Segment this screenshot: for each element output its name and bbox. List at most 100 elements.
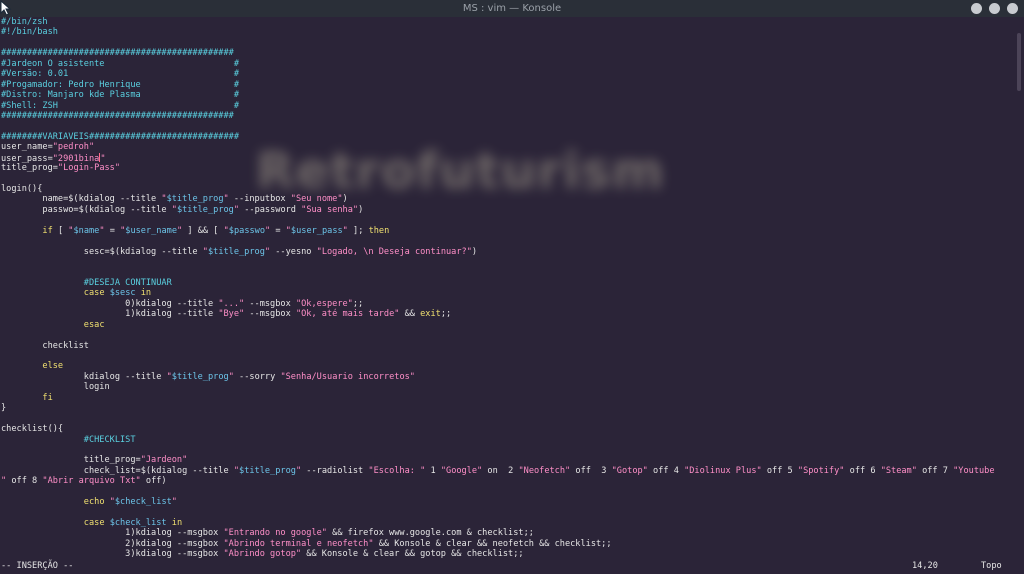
close-button[interactable] (1007, 3, 1018, 14)
code-line: ########VARIAVEIS#######################… (1, 132, 1011, 142)
code-token: passwo=$(kdialog --title (1, 204, 172, 215)
code-line: 0)kdialog --title "..." --msgbox "Ok,esp… (1, 299, 1011, 309)
code-line: #CHECKLIST (1, 435, 1011, 445)
code-token: ;; (352, 298, 364, 309)
code-token: "Senha/Usuario incorretos" (280, 371, 415, 382)
code-line: esac (1, 320, 1011, 330)
code-token: off 4 (647, 465, 685, 476)
code-token: } (1, 403, 7, 414)
code-token: ########################################… (1, 48, 234, 59)
code-token: #!/bin/bash (1, 27, 58, 38)
code-token: ;; (440, 309, 452, 320)
code-token: sesc=$(kdialog --title (1, 246, 203, 257)
code-line: ########################################… (1, 48, 1011, 58)
code-line: #/bin/zsh (1, 17, 1011, 27)
code-token: --sorry (233, 371, 281, 382)
code-token: fi (42, 392, 53, 403)
code-line: checklist (1, 341, 1011, 351)
konsole-window: MS : vim — Konsole #/bin/zsh #!/bin/bash … (0, 0, 1024, 574)
code-token: ########VARIAVEIS#######################… (1, 131, 239, 142)
code-line: kdialog --title "$title_prog" --sorry "S… (1, 372, 1011, 382)
code-line: title_prog="Jardeon" (1, 455, 1011, 465)
code-line: #Progamador: Pedro Henrique # (1, 80, 1011, 90)
code-token: $name (73, 225, 100, 236)
code-token: kdialog --title (1, 371, 167, 382)
code-token: $title_prog (166, 194, 224, 205)
code-line: #Jardeon O asistente # (1, 59, 1011, 69)
code-token: exit (420, 309, 441, 320)
mode-indicator: -- INSERÇÃO -- (1, 561, 74, 571)
code-token: $title_prog (207, 246, 265, 257)
code-token: "Gotop" (611, 465, 648, 476)
code-token: check_list=$(kdialog --title (1, 465, 234, 476)
code-token: off 5 (761, 465, 798, 476)
code-token: "Escolha: " (368, 465, 426, 476)
code-token: --msgbox (244, 309, 296, 320)
code-token: [ (52, 225, 69, 236)
code-line: " off 8 "Abrir arquivo Txt" off) (1, 476, 1011, 486)
code-token: "pedroh" (52, 142, 95, 153)
maximize-button[interactable] (989, 3, 1000, 14)
code-line: #!/bin/bash (1, 27, 1011, 37)
mouse-pointer-icon (0, 0, 12, 16)
code-token: on 2 (482, 465, 519, 476)
code-line: 3)kdialog --msgbox "Abrindo gotop" && Ko… (1, 549, 1011, 559)
code-token: && (399, 309, 421, 320)
code-token: $user_name (125, 225, 178, 236)
code-token: checklist(){ (1, 424, 64, 435)
code-token: 3)kdialog --msgbox (1, 549, 224, 560)
code-token: login(){ (1, 184, 43, 194)
title-bar[interactable]: MS : vim — Konsole (0, 0, 1024, 17)
window-controls (971, 3, 1018, 14)
code-token: title_prog= (1, 163, 58, 174)
code-token: off) (140, 476, 167, 487)
code-token: && Konsole & clear && neofetch && checkl… (373, 538, 612, 549)
code-token: "Login-Pass" (57, 163, 121, 174)
minimize-button[interactable] (971, 3, 982, 14)
code-token: "Diolinux Plus" (684, 465, 762, 476)
code-token: "Spotify" (797, 465, 845, 476)
code-token: --password (239, 204, 302, 215)
code-token: $user_pass (290, 225, 343, 236)
code-line: 1)kdialog --title "Bye" --msgbox "Ok, at… (1, 309, 1011, 319)
code-line: case $check_list in (1, 518, 1011, 528)
code-token: "Ok, até mais tarde" (295, 309, 400, 320)
code-token: 2)kdialog --msgbox (1, 538, 224, 549)
code-line: sesc=$(kdialog --title "$title_prog" --y… (1, 247, 1011, 257)
cursor-position: 14,20 (912, 561, 938, 571)
code-token: $passwo (228, 225, 266, 236)
code-token: && Konsole & clear && gotop && checklist… (301, 549, 524, 560)
watermark-text: Retrofuturism (256, 142, 665, 200)
code-token: #Distro: Manjaro kde Plasma # (1, 90, 239, 101)
code-token: = (104, 225, 121, 236)
code-token: ] && [ (182, 225, 224, 236)
scrollbar[interactable] (1015, 17, 1023, 561)
scrollbar-thumb[interactable] (1017, 33, 1021, 91)
code-token: then (368, 225, 390, 236)
code-line: case $sesc in (1, 288, 1011, 298)
code-token: #Jardeon O asistente # (1, 58, 239, 69)
code-token: "Logado, \n Deseja continuar?" (316, 246, 472, 257)
window-title: MS : vim — Konsole (462, 3, 562, 14)
code-line: #Shell: ZSH # (1, 101, 1011, 111)
code-line: 2)kdialog --msgbox "Abrindo terminal e n… (1, 539, 1011, 549)
code-token: ) (358, 204, 364, 215)
code-token: #DESEJA CONTINUAR (1, 277, 172, 288)
editor-buffer[interactable]: #/bin/zsh #!/bin/bash ###################… (1, 17, 1011, 561)
code-token: $check_list (109, 518, 167, 528)
code-token: "Abrindo gotop" (223, 549, 302, 560)
code-line: #Distro: Manjaro kde Plasma # (1, 90, 1011, 100)
code-token: 1)kdialog --title (1, 309, 219, 320)
